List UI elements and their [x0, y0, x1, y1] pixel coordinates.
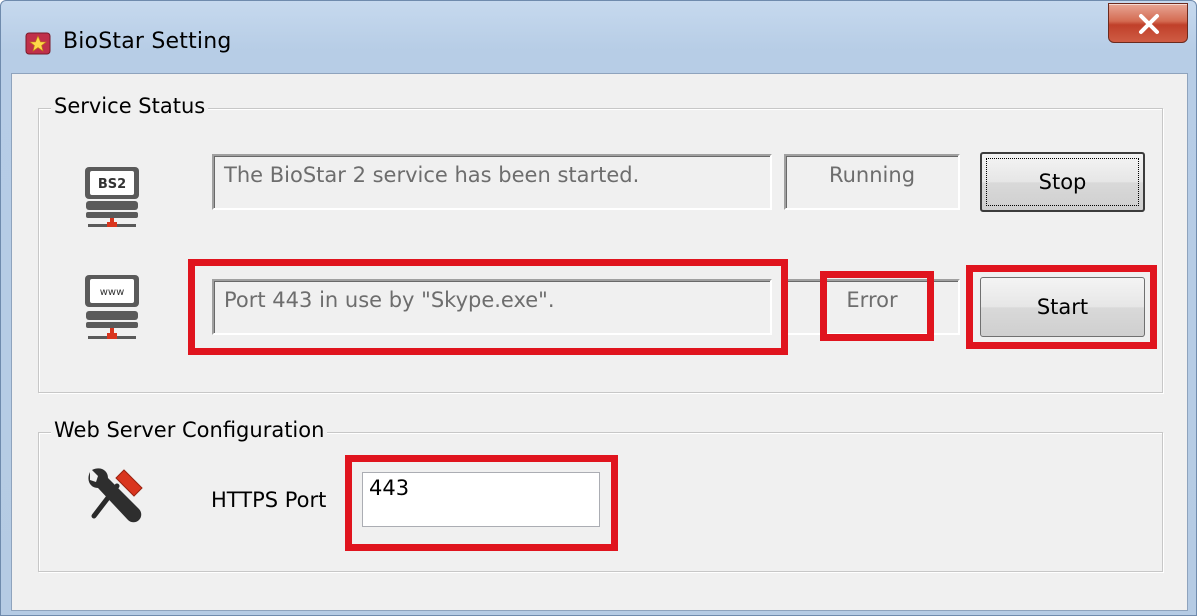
- close-icon: [1139, 14, 1159, 34]
- tools-icon: [84, 464, 150, 534]
- title-bar[interactable]: BioStar Setting: [1, 1, 1196, 73]
- window-title: BioStar Setting: [63, 29, 232, 54]
- bs2-status-message: The BioStar 2 service has been started.: [212, 154, 772, 210]
- close-button[interactable]: [1108, 3, 1188, 43]
- web-status-message: Port 443 in use by "Skype.exe".: [212, 279, 772, 335]
- window: BioStar Setting Service Status BS2 The B…: [0, 0, 1197, 616]
- stop-button[interactable]: Stop: [980, 152, 1145, 212]
- client-area: Service Status BS2 The BioStar 2 service…: [11, 73, 1188, 611]
- web-server-config-group: Web Server Configuration: [38, 418, 1163, 572]
- web-server-config-legend: Web Server Configuration: [51, 418, 328, 442]
- app-icon: [25, 30, 51, 56]
- start-button[interactable]: Start: [980, 277, 1145, 337]
- svg-text:www: www: [100, 287, 125, 298]
- service-status-group: Service Status: [38, 94, 1163, 393]
- bs2-server-icon: BS2: [80, 166, 144, 234]
- service-status-legend: Service Status: [51, 94, 209, 118]
- bs2-status-state: Running: [784, 154, 960, 210]
- https-port-input[interactable]: 443: [362, 472, 600, 527]
- svg-text:BS2: BS2: [98, 177, 126, 192]
- web-status-state: Error: [784, 279, 960, 335]
- https-port-label: HTTPS Port: [211, 488, 327, 512]
- web-server-icon: www: [80, 274, 144, 348]
